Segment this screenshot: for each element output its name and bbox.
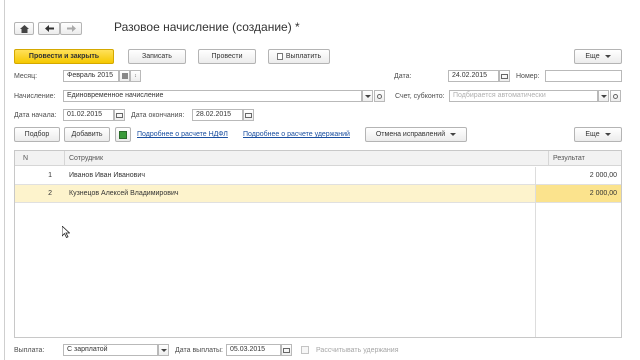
home-icon: [19, 24, 29, 33]
back-button[interactable]: [38, 22, 60, 35]
accrual-field[interactable]: Единовременное начисление: [63, 90, 362, 102]
chevron-down-icon: [160, 348, 167, 352]
post-button[interactable]: Провести: [198, 49, 256, 64]
date-picker-button[interactable]: [499, 70, 510, 82]
calendar-icon: [283, 347, 290, 353]
payout-dropdown-button[interactable]: [158, 344, 169, 356]
date-field[interactable]: 24.02.2015: [448, 70, 499, 82]
calendar-icon: [501, 73, 508, 79]
chevron-down-icon: [600, 94, 607, 98]
link-icon: [613, 93, 618, 99]
employee-cell: Кузнецов Алексей Владимирович: [69, 190, 179, 197]
arrow-left-icon: [44, 25, 54, 32]
month-field[interactable]: Февраль 2015: [63, 70, 119, 82]
payout-date-label: Дата выплаты:: [175, 347, 223, 354]
start-date-field[interactable]: 01.02.2015: [63, 109, 114, 121]
excel-export-button[interactable]: [115, 127, 131, 142]
chevron-down-icon: [450, 133, 457, 136]
pay-button-label: Выплатить: [285, 53, 322, 60]
column-divider: [535, 167, 536, 337]
date-label: Дата:: [394, 73, 412, 80]
column-header-n[interactable]: N: [15, 151, 65, 166]
accrual-dropdown-button[interactable]: [362, 90, 373, 102]
table-header: N Сотрудник Результат: [15, 151, 621, 166]
pay-button[interactable]: Выплатить: [268, 49, 330, 64]
document-icon: [276, 53, 283, 60]
account-open-button[interactable]: [610, 90, 621, 102]
more-label: Еще: [585, 53, 600, 60]
account-label: Счет, субконто:: [395, 93, 445, 100]
chevron-down-icon: [604, 55, 611, 58]
deductions-details-link[interactable]: Подробнее о расчете удержаний: [243, 131, 350, 138]
calendar-icon: [116, 112, 123, 118]
cancel-corrections-label: Отмена исправлений: [375, 131, 446, 138]
forward-button[interactable]: [60, 22, 82, 35]
more-actions-button[interactable]: Еще: [574, 49, 622, 64]
accrual-open-button[interactable]: [374, 90, 385, 102]
calendar-icon: [121, 73, 128, 79]
calc-deductions-checkbox[interactable]: [301, 346, 309, 354]
mouse-cursor: [62, 226, 70, 238]
save-button[interactable]: Записать: [128, 49, 186, 64]
result-cell: 2 000,00: [535, 185, 621, 202]
employees-table[interactable]: N Сотрудник Результат 1 Иванов Иван Иван…: [14, 150, 622, 338]
arrow-right-icon: [66, 25, 76, 32]
end-date-label: Дата окончания:: [131, 112, 185, 119]
start-date-label: Дата начала:: [14, 112, 57, 119]
left-border: [4, 0, 5, 360]
payout-field[interactable]: С зарплатой: [63, 344, 158, 356]
select-button[interactable]: Подбор: [14, 127, 60, 142]
link-icon: [377, 93, 382, 99]
chevron-down-icon: [604, 133, 611, 136]
payout-date-picker-button[interactable]: [281, 344, 292, 356]
calc-deductions-label: Рассчитывать удержания: [316, 347, 399, 354]
row-number: 2: [48, 190, 52, 197]
spreadsheet-icon: [119, 130, 127, 139]
table-row[interactable]: 1 Иванов Иван Иванович 2 000,00: [15, 167, 621, 184]
add-button[interactable]: Добавить: [64, 127, 110, 142]
table-more-label: Еще: [585, 131, 600, 138]
table-more-button[interactable]: Еще: [574, 127, 622, 142]
employee-cell: Иванов Иван Иванович: [69, 172, 145, 179]
row-divider: [15, 202, 621, 203]
table-row[interactable]: 2 Кузнецов Алексей Владимирович 2 000,00: [15, 185, 621, 202]
month-picker-button[interactable]: [119, 70, 130, 82]
payout-label: Выплата:: [14, 347, 45, 354]
start-date-picker-button[interactable]: [114, 109, 125, 121]
calendar-icon: [245, 112, 252, 118]
ndfl-details-link[interactable]: Подробнее о расчете НДФЛ: [137, 131, 228, 138]
account-field[interactable]: Подбирается автоматически: [449, 90, 598, 102]
number-label: Номер:: [516, 73, 540, 80]
home-button[interactable]: [14, 22, 34, 35]
row-number: 1: [48, 172, 52, 179]
post-and-close-button[interactable]: Провести и закрыть: [14, 49, 114, 64]
number-field[interactable]: [545, 70, 622, 82]
end-date-picker-button[interactable]: [243, 109, 254, 121]
month-label: Месяц:: [14, 73, 38, 80]
month-stepper[interactable]: ↕: [130, 70, 141, 82]
end-date-field[interactable]: 28.02.2015: [192, 109, 243, 121]
page-title: Разовое начисление (создание) *: [114, 20, 300, 34]
payout-date-field[interactable]: 05.03.2015: [226, 344, 281, 356]
account-dropdown-button[interactable]: [598, 90, 609, 102]
column-header-result[interactable]: Результат: [549, 151, 621, 166]
accrual-label: Начисление:: [14, 93, 56, 100]
result-cell: 2 000,00: [589, 172, 617, 179]
column-header-employee[interactable]: Сотрудник: [65, 151, 549, 166]
chevron-down-icon: [364, 94, 371, 98]
cancel-corrections-button[interactable]: Отмена исправлений: [365, 127, 467, 142]
